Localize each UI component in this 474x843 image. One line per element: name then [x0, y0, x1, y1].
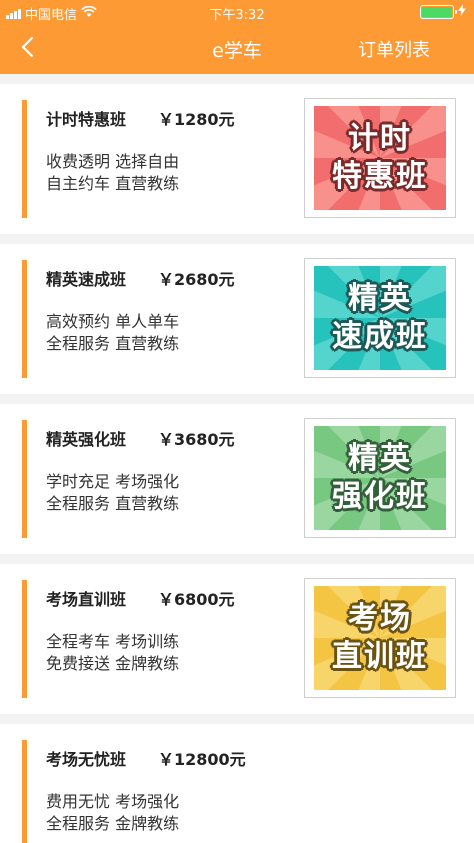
- banner-text-line1: 精英: [348, 441, 412, 476]
- course-card-worry-free[interactable]: 考场无忧班 ￥12800元 费用无忧 考场强化 全程服务 金牌教练: [0, 724, 474, 843]
- course-banner-image: 精英 强化班: [314, 426, 446, 530]
- course-price: ￥2680元: [158, 270, 235, 289]
- course-price: ￥6800元: [158, 590, 235, 609]
- course-desc-line2: 自主约车 直营教练: [46, 174, 180, 193]
- status-right: [420, 4, 466, 20]
- app-header: 中国电信 下午3:32 e学车 订单列表: [0, 0, 474, 74]
- banner-text-line1: 计时: [348, 121, 412, 156]
- course-name: 精英强化班: [46, 430, 127, 449]
- course-thumbnail: 考场 直训班: [304, 578, 456, 698]
- course-desc-line2: 全程服务 直营教练: [46, 334, 180, 353]
- course-banner-image: 计时 特惠班: [314, 106, 446, 210]
- order-list-link[interactable]: 订单列表: [358, 36, 430, 62]
- course-price: ￥3680元: [158, 430, 235, 449]
- course-name: 考场无忧班: [46, 750, 127, 769]
- banner-text-line2: 速成班: [332, 319, 428, 354]
- accent-bar: [22, 580, 27, 698]
- course-desc-line1: 费用无忧 考场强化: [46, 792, 180, 811]
- course-price: ￥12800元: [158, 750, 246, 769]
- course-desc-line2: 免费接送 金牌教练: [46, 654, 180, 673]
- course-banner-image: 精英 速成班: [314, 266, 446, 370]
- charging-icon: [458, 4, 466, 20]
- course-thumbnail: 精英 速成班: [304, 258, 456, 378]
- course-desc-line1: 学时充足 考场强化: [46, 472, 180, 491]
- banner-text-line1: 精英: [348, 281, 412, 316]
- course-desc-line1: 全程考车 考场训练: [46, 632, 180, 651]
- banner-text-line2: 强化班: [332, 479, 428, 514]
- course-name: 精英速成班: [46, 270, 127, 289]
- course-list: 计时特惠班 ￥1280元 收费透明 选择自由 自主约车 直营教练 计时 特惠班 …: [0, 84, 474, 843]
- course-desc-line2: 全程服务 直营教练: [46, 494, 180, 513]
- course-card-exam-venue[interactable]: 考场直训班 ￥6800元 全程考车 考场训练 免费接送 金牌教练 考场 直训班: [0, 564, 474, 714]
- course-name: 计时特惠班: [46, 110, 127, 129]
- course-card-elite-fast[interactable]: 精英速成班 ￥2680元 高效预约 单人单车 全程服务 直营教练 精英 速成班: [0, 244, 474, 394]
- course-desc-line1: 高效预约 单人单车: [46, 312, 180, 331]
- course-thumbnail: 计时 特惠班: [304, 98, 456, 218]
- course-price: ￥1280元: [158, 110, 235, 129]
- course-card-timed[interactable]: 计时特惠班 ￥1280元 收费透明 选择自由 自主约车 直营教练 计时 特惠班: [0, 84, 474, 234]
- course-thumbnail: 精英 强化班: [304, 418, 456, 538]
- banner-text-line1: 考场: [348, 601, 412, 636]
- status-time: 下午3:32: [209, 8, 265, 23]
- chevron-left-icon: [20, 36, 34, 62]
- back-button[interactable]: [10, 32, 44, 66]
- accent-bar: [22, 740, 27, 843]
- battery-icon: [420, 5, 457, 19]
- course-desc-line2: 全程服务 金牌教练: [46, 814, 180, 833]
- nav-bar: e学车 订单列表: [0, 24, 474, 74]
- accent-bar: [22, 260, 27, 378]
- course-name: 考场直训班: [46, 590, 127, 609]
- banner-text-line2: 特惠班: [332, 159, 428, 194]
- accent-bar: [22, 100, 27, 218]
- course-banner-image: 考场 直训班: [314, 586, 446, 690]
- accent-bar: [22, 420, 27, 538]
- status-bar: 中国电信 下午3:32: [0, 0, 474, 24]
- course-card-elite-intensive[interactable]: 精英强化班 ￥3680元 学时充足 考场强化 全程服务 直营教练 精英 强化班: [0, 404, 474, 554]
- banner-text-line2: 直训班: [332, 639, 428, 674]
- course-desc-line1: 收费透明 选择自由: [46, 152, 180, 171]
